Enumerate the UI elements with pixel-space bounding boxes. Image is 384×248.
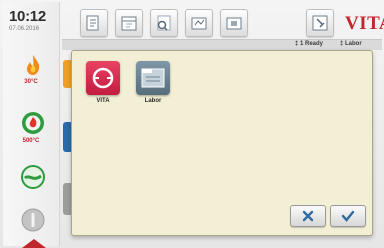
labor-folder-icon xyxy=(141,68,165,88)
selection-dialog: VITA Labor xyxy=(71,50,373,236)
cancel-button[interactable] xyxy=(290,205,326,227)
status-ready: ‡ 1 Ready xyxy=(295,41,324,47)
tile-labor[interactable] xyxy=(136,61,170,95)
brand-logo: VITA xyxy=(345,13,384,34)
toolbar-calendar-button[interactable] xyxy=(115,9,143,37)
confirm-button[interactable] xyxy=(330,205,366,227)
tile-vita[interactable] xyxy=(86,61,120,95)
date: 07.06.2016 xyxy=(9,26,40,32)
check-icon xyxy=(341,210,355,222)
tile-vita-label: VITA xyxy=(96,98,110,104)
close-icon xyxy=(302,210,314,222)
calendar-icon xyxy=(121,16,137,31)
clock: 10:12 xyxy=(9,8,46,25)
wave-icon[interactable] xyxy=(20,164,46,190)
search-icon xyxy=(157,15,171,31)
corner-accent xyxy=(22,239,46,248)
toolbar-program-button[interactable] xyxy=(80,9,108,37)
furnace-temperature-label: 500°C xyxy=(22,138,40,144)
temperature-label: 30°C xyxy=(24,79,38,85)
settings-icon xyxy=(312,15,328,31)
status-strip: ‡ 1 Ready ‡ Labor xyxy=(62,39,382,50)
toolbar-search-button[interactable] xyxy=(150,9,178,37)
camera-icon xyxy=(226,17,242,30)
program-icon xyxy=(86,15,99,31)
toolbar-settings-button[interactable] xyxy=(306,9,334,37)
vacuum-icon[interactable] xyxy=(20,110,46,136)
power-icon[interactable] xyxy=(20,207,46,233)
toolbar-firing-button[interactable] xyxy=(185,9,213,37)
status-sidebar: 10:12 07.06.2016 30°C 500°C xyxy=(3,2,60,246)
status-labor: ‡ Labor xyxy=(340,41,362,47)
tile-labor-label: Labor xyxy=(144,98,162,104)
flame-icon[interactable] xyxy=(20,52,46,78)
toolbar-camera-button[interactable] xyxy=(220,9,248,37)
vita-logo-icon xyxy=(92,67,114,89)
firing-icon xyxy=(191,17,207,30)
